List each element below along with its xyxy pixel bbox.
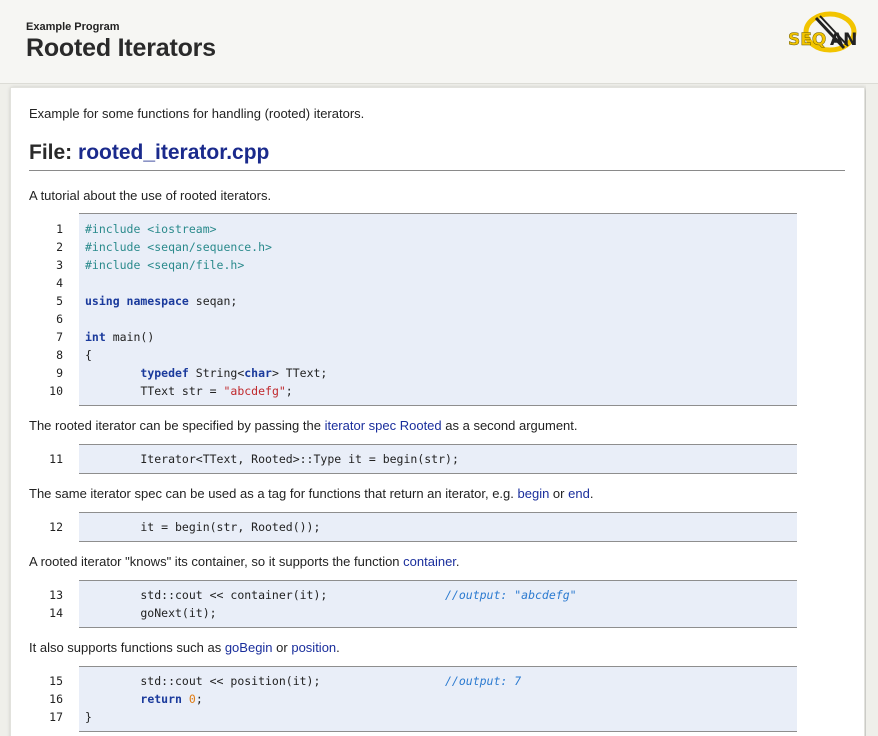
code-line: 16 return 0;	[49, 692, 203, 706]
end-link[interactable]: end	[568, 486, 590, 501]
code-line: 6	[56, 312, 63, 326]
page-title: Rooted Iterators	[26, 34, 216, 62]
code-line: 4	[56, 276, 63, 290]
begin-link[interactable]: begin	[518, 486, 550, 501]
code-line: 7 int main()	[56, 330, 155, 344]
page-scrollbar[interactable]	[866, 84, 878, 736]
position-link[interactable]: position	[291, 640, 336, 655]
code-line: 13 std::cout << container(it);//output: …	[49, 588, 577, 602]
code-line: 12 it = begin(str, Rooted());	[49, 520, 321, 534]
svg-text:AN: AN	[830, 30, 857, 50]
header-label: Example Program	[26, 21, 120, 33]
code-line: 15 std::cout << position(it);//output: 7	[49, 674, 522, 688]
intro-text: Example for some functions for handling …	[29, 106, 365, 121]
file-heading-prefix: File:	[29, 141, 79, 164]
rooted-spec-text: The rooted iterator can be specified by …	[29, 418, 578, 433]
gobegin-text: It also supports functions such as goBeg…	[29, 640, 340, 655]
code-line: 2 #include <seqan/sequence.h>	[56, 240, 272, 254]
code-block-3: 12 it = begin(str, Rooted());	[29, 512, 797, 542]
code-line: 1 #include <iostream>	[56, 222, 217, 236]
code-block-4: 13 std::cout << container(it);//output: …	[29, 580, 797, 628]
code-block-2: 11 Iterator<TText, Rooted>::Type it = be…	[29, 444, 797, 474]
tutorial-text: A tutorial about the use of rooted itera…	[29, 188, 272, 203]
code-line: 5 using namespace seqan;	[56, 294, 238, 308]
seqan-logo[interactable]: SEQ AN	[786, 10, 862, 60]
code-line: 3 #include <seqan/file.h>	[56, 258, 245, 272]
code-line: 8{	[56, 348, 92, 362]
container-text: A rooted iterator "knows" its container,…	[29, 554, 460, 569]
code-block-5: 15 std::cout << position(it);//output: 7…	[29, 666, 797, 732]
seqan-logo-icon: SEQ AN	[788, 11, 857, 53]
code-line: 14 goNext(it);	[49, 606, 217, 620]
content-panel	[10, 87, 865, 736]
code-block-1: 1 #include <iostream> 2 #include <seqan/se…	[29, 213, 797, 406]
container-link[interactable]: container	[403, 554, 456, 569]
tag-spec-text: The same iterator spec can be used as a …	[29, 486, 594, 501]
code-line: 9 typedef String<char> TText;	[56, 366, 328, 380]
code-line: 17}	[49, 710, 92, 724]
svg-text:SEQ: SEQ	[788, 30, 826, 50]
page-header: Example Program Rooted Iterators SEQ AN	[0, 0, 878, 84]
file-link[interactable]: rooted_iterator.cpp	[78, 141, 269, 164]
iterator-spec-rooted-link[interactable]: iterator spec Rooted	[325, 418, 442, 433]
code-line: 11 Iterator<TText, Rooted>::Type it = be…	[49, 452, 459, 466]
file-heading: File: rooted_iterator.cpp	[29, 141, 845, 171]
gobegin-link[interactable]: goBegin	[225, 640, 273, 655]
code-line: 10 TText str = "abcdefg";	[49, 384, 293, 398]
